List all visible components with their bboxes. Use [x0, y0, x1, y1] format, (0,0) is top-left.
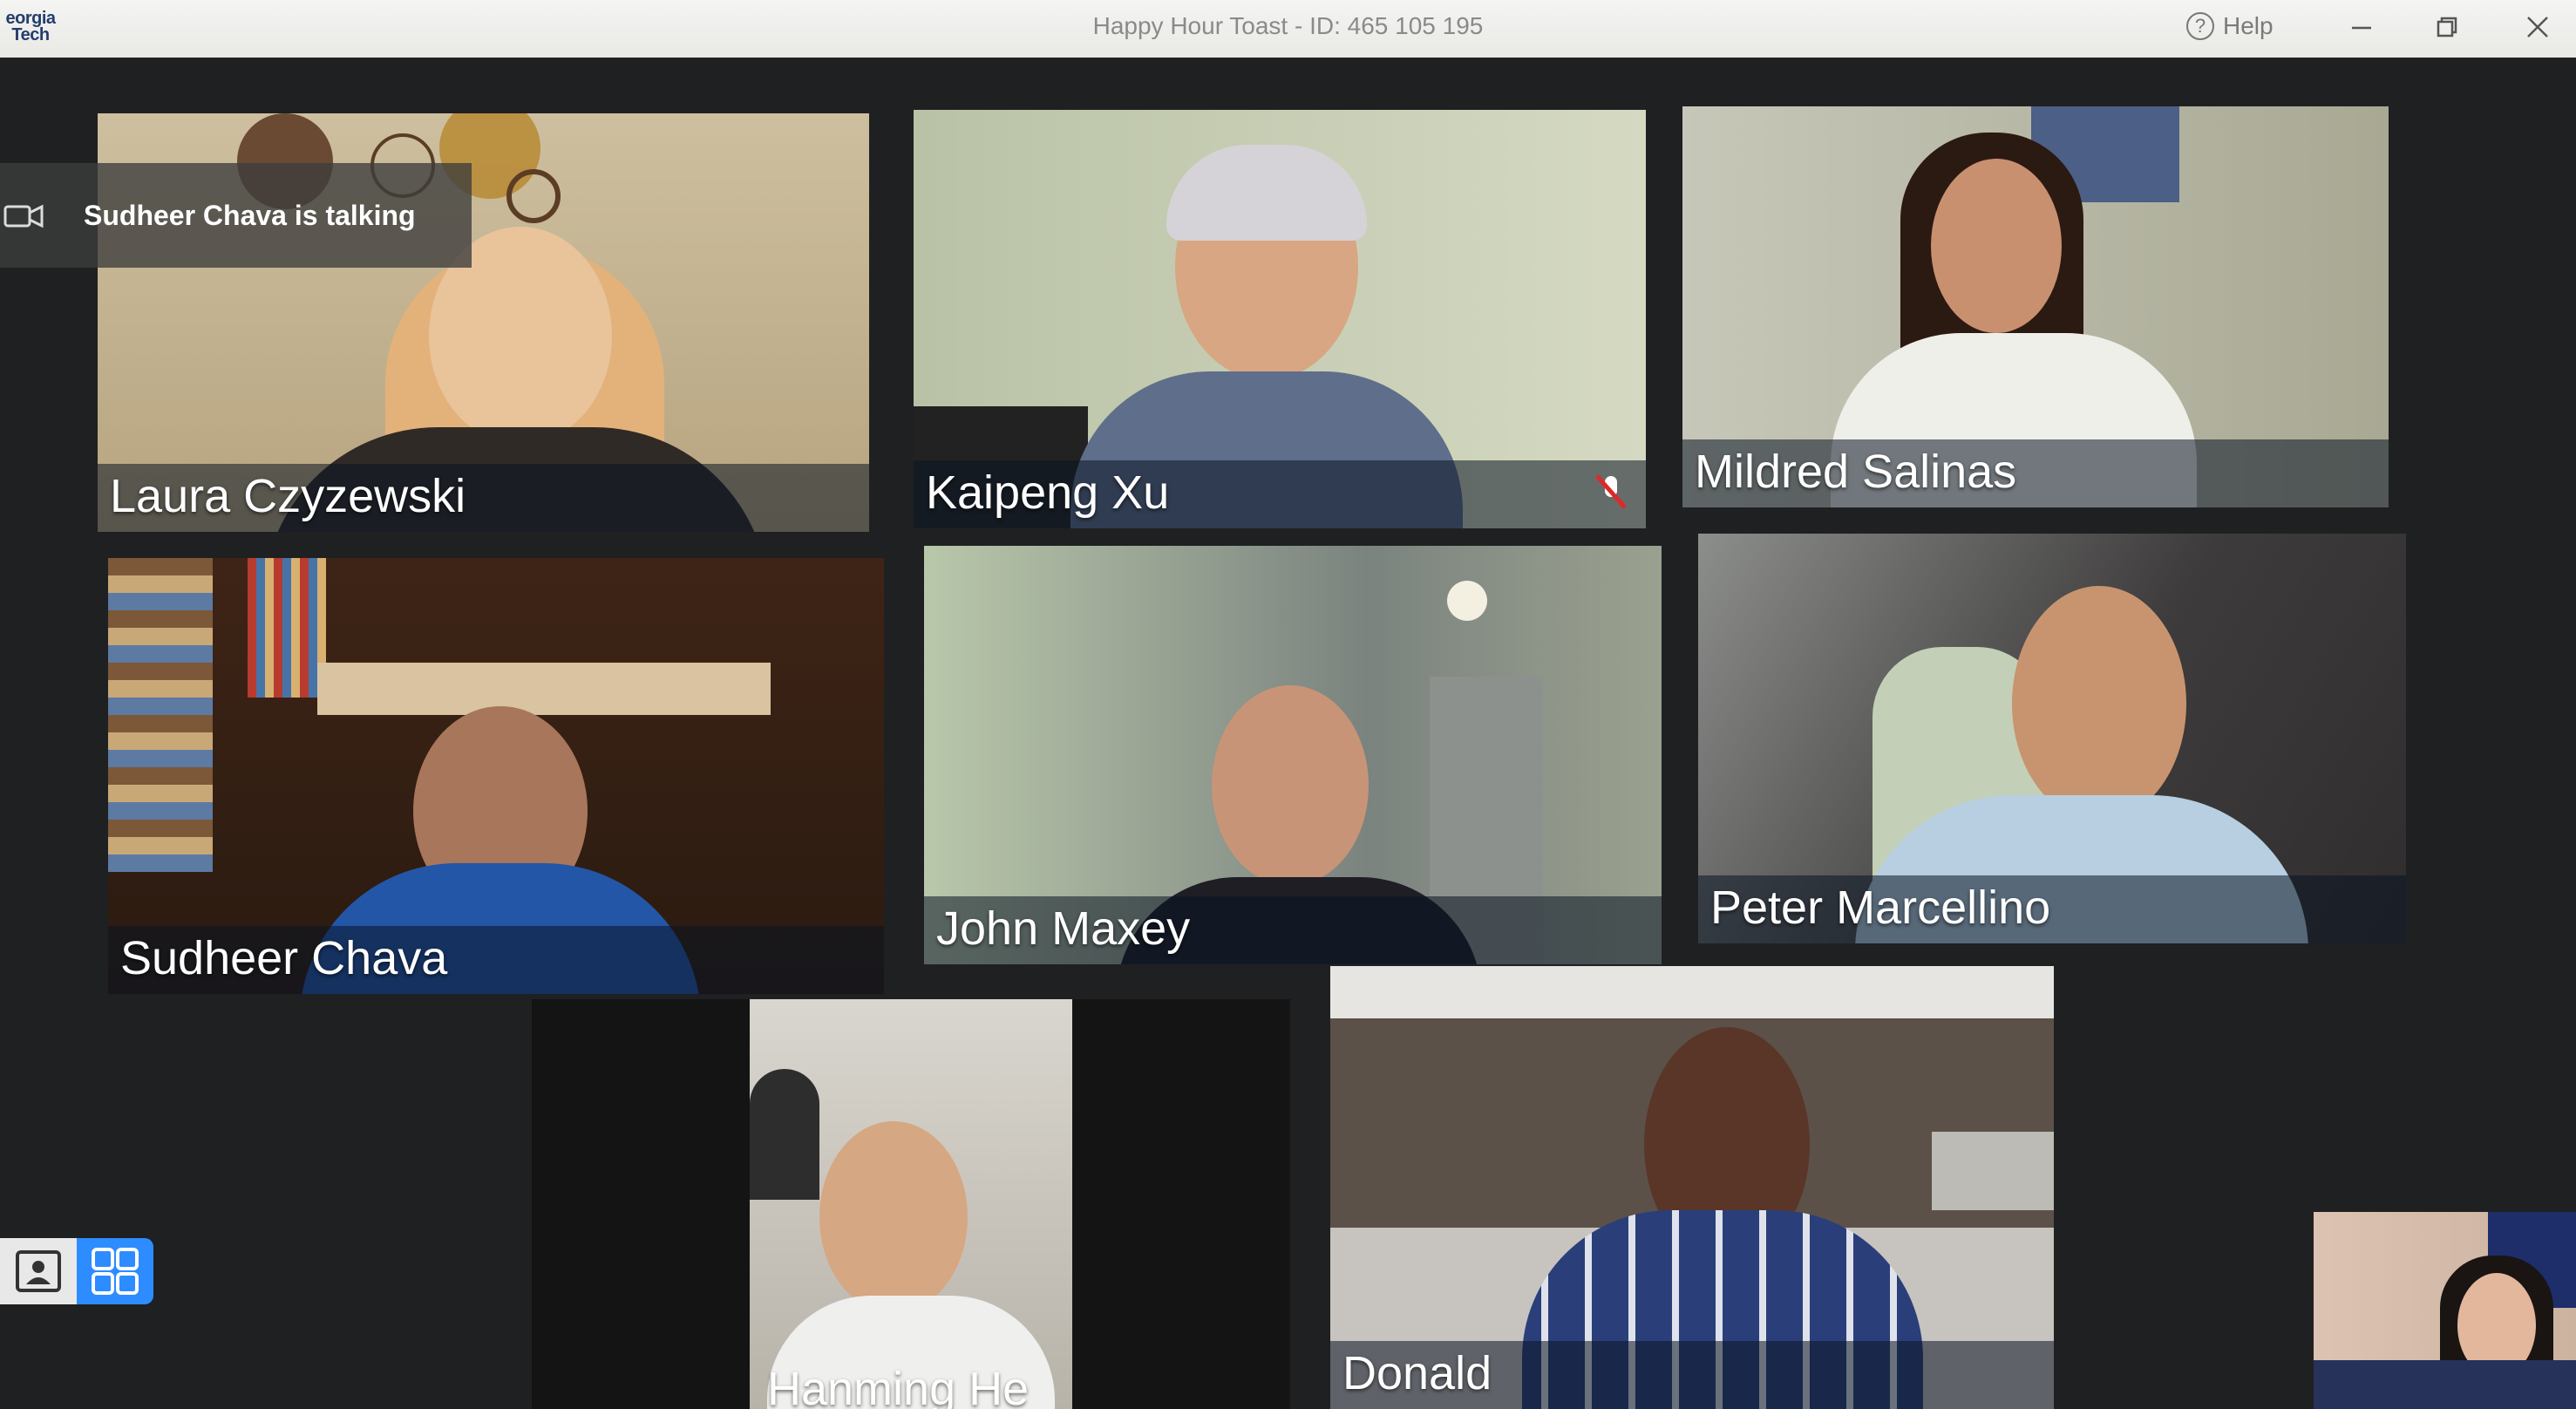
participant-name: Donald [1342, 1347, 1492, 1399]
title-bar: eorgia Tech Happy Hour Toast - ID: 465 1… [0, 0, 2576, 59]
participant-face [1931, 159, 2062, 333]
participant-name: Kaipeng Xu [926, 466, 1170, 519]
speaker-view-icon [16, 1250, 61, 1292]
microwave [1932, 1132, 2054, 1210]
speaker-view-button[interactable] [0, 1238, 77, 1304]
participant-body [2314, 1360, 2576, 1409]
video-tile[interactable]: Kaipeng Xu [914, 110, 1646, 528]
video-tile[interactable]: Mildred Salinas [1682, 106, 2389, 507]
self-view-tile[interactable] [2314, 1212, 2576, 1409]
video-tile[interactable]: Donald [1330, 966, 2054, 1409]
active-speaker-banner: Sudheer Chava is talking [0, 163, 472, 268]
minimize-icon [2352, 26, 2371, 30]
help-icon: ? [2186, 12, 2214, 40]
ceiling-light [1447, 581, 1487, 621]
bookshelf [248, 558, 326, 698]
help-label: Help [2223, 12, 2274, 39]
gallery-view-icon [92, 1248, 139, 1295]
video-tile[interactable]: Hanming He [532, 999, 1290, 1409]
video-tile[interactable]: Peter Marcellino [1698, 534, 2406, 943]
video-camera-icon [3, 204, 44, 228]
photo-frames [317, 663, 771, 715]
participant-name: Laura Czyzewski [110, 470, 466, 522]
participant-name: Sudheer Chava [120, 932, 448, 984]
participant-face [1212, 685, 1369, 886]
gallery-view-button[interactable] [77, 1238, 153, 1304]
pendant-lamp [750, 1069, 819, 1200]
video-tile[interactable]: John Maxey [924, 546, 1662, 964]
participant-face [819, 1121, 968, 1313]
restore-icon [2437, 17, 2457, 37]
participant-name: Peter Marcellino [1710, 881, 2051, 934]
minimize-button[interactable] [2331, 5, 2392, 49]
speaker-banner-text: Sudheer Chava is talking [0, 163, 472, 268]
close-button[interactable] [2507, 5, 2568, 49]
bookshelf [108, 558, 213, 872]
participant-name: John Maxey [936, 902, 1191, 955]
video-tile[interactable]: Sudheer Chava [108, 558, 884, 994]
mic-muted-icon [1595, 474, 1627, 509]
help-button[interactable]: ? Help [2186, 9, 2274, 44]
participant-name: Mildred Salinas [1695, 446, 2017, 498]
participant-face [2012, 586, 2186, 821]
participant-name: Hanming He [767, 1363, 1030, 1409]
view-toggle [0, 1238, 153, 1304]
close-icon [2527, 17, 2548, 37]
restore-button[interactable] [2416, 5, 2477, 49]
